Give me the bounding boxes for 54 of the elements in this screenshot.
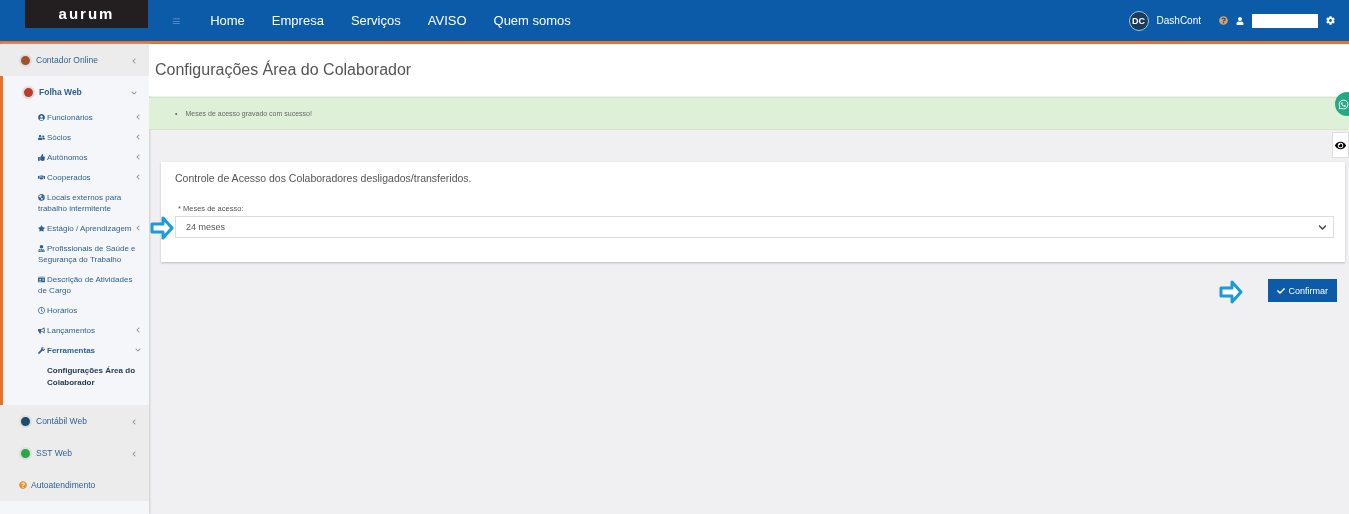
sidebar-subitem[interactable]: Sócios bbox=[3, 128, 149, 148]
eye-icon bbox=[1335, 139, 1346, 151]
item-icon bbox=[38, 174, 45, 181]
sidebar-item[interactable]: Contábil Web bbox=[0, 405, 149, 437]
item-icon bbox=[38, 194, 45, 201]
dashcont-logo[interactable]: DC bbox=[1128, 10, 1149, 31]
nav-link[interactable]: Serviços bbox=[350, 13, 401, 28]
sidebar-subitem[interactable]: Descrição de Atividades de Cargo bbox=[3, 270, 149, 301]
help-icon bbox=[19, 481, 27, 489]
sidebar-subitem[interactable]: Lançamentos bbox=[3, 321, 149, 341]
username-box[interactable] bbox=[1252, 13, 1318, 28]
page-title: Configurações Área do Colaborador bbox=[155, 61, 412, 79]
nav-link[interactable]: Quem somos bbox=[493, 13, 571, 28]
module-icon bbox=[22, 85, 35, 99]
arrow-icon bbox=[1219, 280, 1243, 304]
item-icon bbox=[38, 327, 45, 334]
dashcont-link[interactable]: DashCont bbox=[1156, 15, 1201, 26]
nav-link[interactable]: Empresa bbox=[271, 13, 324, 28]
sidebar-subitem[interactable]: Configurações Área do Colaborador bbox=[0, 361, 149, 393]
confirm-button[interactable]: Confirmar bbox=[1268, 279, 1337, 302]
nav-link[interactable]: AVISO bbox=[427, 13, 467, 28]
card-title: Controle de Acesso dos Colaboradores desligados/transferidos. bbox=[175, 172, 473, 184]
chat-icon bbox=[1338, 98, 1349, 110]
user-icon bbox=[1236, 16, 1244, 25]
months-select[interactable]: 24 meses bbox=[175, 216, 1334, 238]
item-icon bbox=[38, 347, 45, 354]
sidebar-subitem[interactable]: Ferramentas bbox=[3, 341, 149, 361]
nav-link[interactable]: Home bbox=[210, 13, 245, 28]
sidebar-subitem[interactable]: Estágio / Aprendizagem bbox=[3, 219, 149, 239]
check-icon bbox=[1277, 286, 1286, 295]
help-icon[interactable] bbox=[1219, 16, 1228, 25]
module-icon bbox=[19, 414, 32, 428]
sidebar-subitem[interactable]: Profissionais de Saúde e Segurança do Trabalho bbox=[3, 239, 149, 270]
item-icon bbox=[38, 307, 45, 314]
eye-button[interactable] bbox=[1332, 132, 1349, 158]
module-icon bbox=[19, 446, 32, 460]
sidebar-item[interactable]: SST Web bbox=[0, 437, 149, 469]
sidebar-subitem[interactable]: Cooperados bbox=[3, 168, 149, 188]
logo[interactable]: aurum bbox=[25, 0, 148, 28]
sidebar-item[interactable]: Autoatendimento bbox=[0, 469, 149, 501]
item-icon bbox=[38, 245, 45, 252]
sidebar-subitem[interactable]: Horários bbox=[3, 301, 149, 321]
sidebar-subitem[interactable]: Autônomos bbox=[3, 148, 149, 168]
sidebar-subitem[interactable]: Funcionários bbox=[3, 108, 149, 128]
settings-icon[interactable] bbox=[1326, 16, 1335, 25]
item-icon bbox=[38, 134, 45, 141]
sidebar-item[interactable]: Contador Online bbox=[0, 44, 149, 76]
caret-icon bbox=[1318, 222, 1327, 232]
item-icon bbox=[38, 225, 45, 232]
item-icon bbox=[38, 114, 45, 121]
item-icon bbox=[38, 276, 45, 283]
module-icon bbox=[19, 53, 32, 67]
sidebar-subitem[interactable]: Locais externos para trabalho intermitente bbox=[3, 188, 149, 219]
item-icon bbox=[38, 154, 45, 161]
